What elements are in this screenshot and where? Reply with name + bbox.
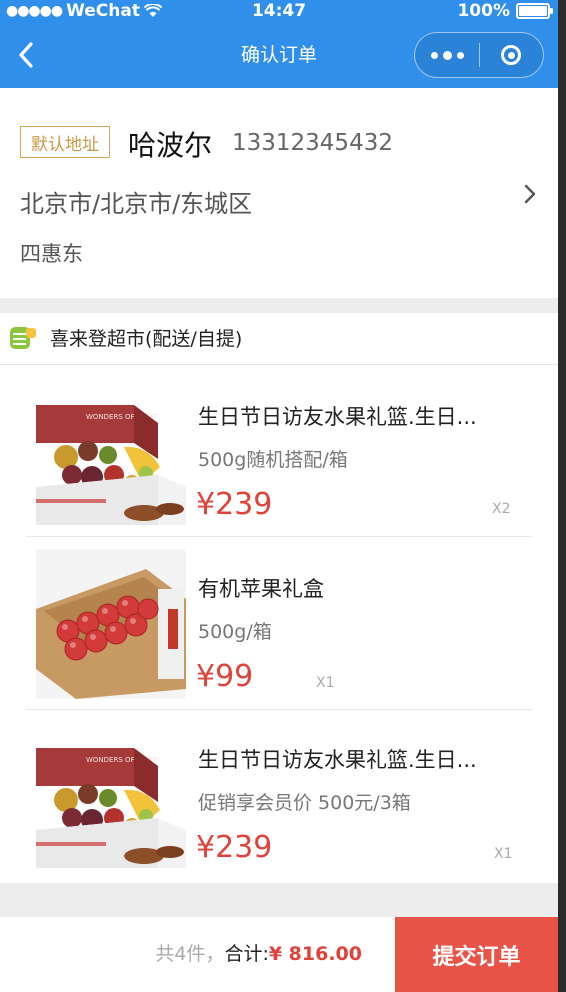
target-circle-icon	[501, 45, 521, 65]
product-spec: 500g/箱	[198, 621, 272, 643]
item-count: 共4件，	[155, 943, 225, 965]
submit-order-button[interactable]: 提交订单	[395, 917, 558, 992]
close-mini-program-button[interactable]	[480, 33, 542, 77]
shop-name: 喜来登超市(配送/自提)	[50, 328, 243, 350]
product-title: 生日节日访友水果礼篮.生日...	[198, 405, 477, 429]
order-summary: 共4件，合计:¥ 816.00	[155, 917, 362, 992]
more-dots-icon	[430, 51, 438, 59]
battery-icon	[516, 3, 553, 19]
product-title: 生日节日访友水果礼篮.生日...	[198, 748, 477, 772]
product-spec: 500g随机搭配/箱	[198, 449, 348, 471]
product-price: ¥99	[196, 659, 254, 694]
total-amount: ¥ 816.00	[268, 943, 362, 965]
shop-logo-icon	[10, 327, 36, 349]
recipient-phone: 13312345432	[232, 130, 393, 156]
product-item[interactable]: WONDERS OF FRUIT	[26, 365, 532, 537]
shop-header: 喜来登超市(配送/自提)	[0, 313, 558, 365]
address-card[interactable]: 默认地址 哈波尔 13312345432 北京市/北京市/东城区 四惠东	[0, 88, 558, 298]
total-label: 合计:	[224, 943, 269, 965]
product-price: ¥239	[196, 830, 273, 865]
address-street: 四惠东	[20, 242, 83, 266]
chevron-right-icon	[524, 184, 536, 204]
more-button[interactable]	[415, 33, 479, 77]
product-quantity: X1	[494, 846, 513, 862]
product-image	[36, 549, 186, 699]
product-spec: 促销享会员价 500元/3箱	[198, 792, 411, 814]
nav-bar: 确认订单	[0, 22, 558, 88]
address-region: 北京市/北京市/东城区	[20, 190, 253, 218]
default-address-badge: 默认地址	[20, 126, 110, 158]
product-quantity: X2	[492, 501, 511, 517]
product-image: WONDERS OF FRUIT	[36, 405, 186, 525]
recipient-name: 哈波尔	[128, 129, 213, 162]
battery-percent: 100%	[457, 1, 510, 21]
product-quantity: X1	[316, 675, 335, 691]
mini-program-capsule	[414, 32, 544, 78]
product-title: 有机苹果礼盒	[198, 577, 324, 601]
product-item[interactable]: WONDERS OF FRUIT	[26, 710, 532, 883]
page: ●●●●● WeChat 14:47 100% 确认订单 默认地址 哈波尔 13…	[0, 0, 566, 992]
status-bar: ●●●●● WeChat 14:47 100%	[0, 0, 558, 22]
product-item[interactable]: 有机苹果礼盒 500g/箱 ¥99 X1	[26, 537, 532, 710]
product-list: WONDERS OF FRUIT 生日节日访友水果礼篮.生日... 500g随机…	[0, 365, 558, 883]
product-image: WONDERS OF FRUIT	[36, 748, 186, 868]
screen-edge	[558, 0, 566, 992]
checkout-bar: 共4件，合计:¥ 816.00 提交订单	[0, 917, 558, 992]
product-price: ¥239	[196, 487, 273, 522]
status-right: 100%	[457, 0, 553, 22]
